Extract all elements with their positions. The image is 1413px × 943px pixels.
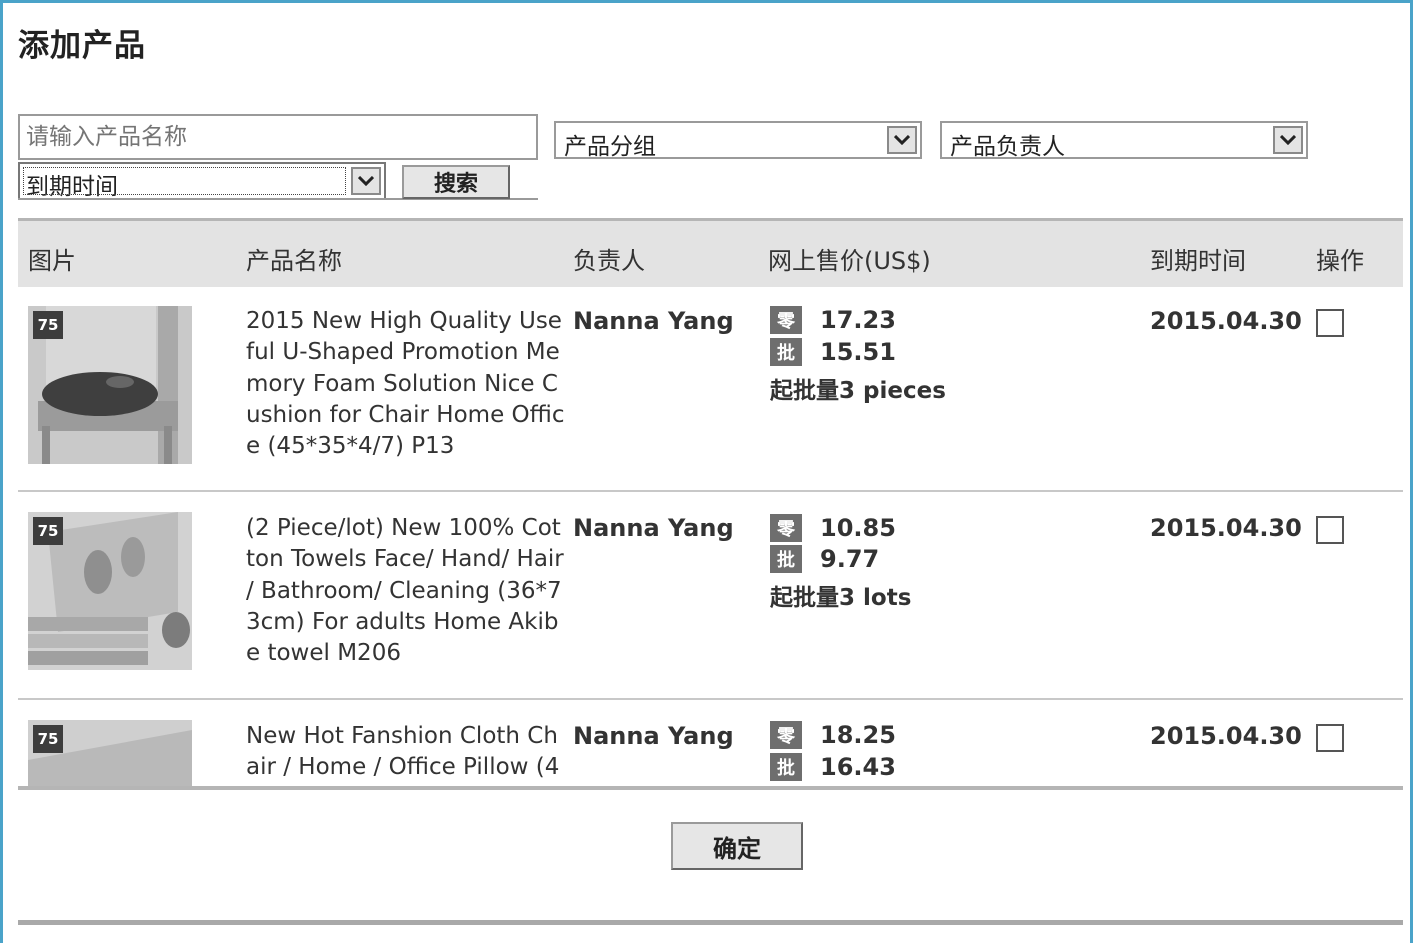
product-owner: Nanna Yang bbox=[573, 307, 734, 335]
search-button[interactable]: 搜索 bbox=[402, 165, 510, 199]
chevron-down-icon[interactable] bbox=[887, 126, 917, 154]
product-name: 2015 New High Quality Useful U-Shaped Pr… bbox=[246, 308, 565, 460]
retail-tag: 零 bbox=[770, 306, 802, 334]
expire-date: 2015.04.30 bbox=[1150, 514, 1302, 542]
product-name-input[interactable] bbox=[18, 114, 538, 160]
row-checkbox[interactable] bbox=[1316, 309, 1344, 337]
product-name: New Hot Fanshion Cloth Chair / Home / Of… bbox=[246, 723, 560, 786]
retail-tag: 零 bbox=[770, 721, 802, 749]
wholesale-price: 批 16.43 bbox=[770, 753, 896, 781]
table-bottom-border bbox=[18, 786, 1403, 790]
retail-price-value: 18.25 bbox=[820, 721, 896, 749]
row-divider bbox=[18, 698, 1403, 700]
retail-price: 零 17.23 bbox=[770, 306, 896, 334]
retail-tag: 零 bbox=[770, 514, 802, 542]
expire-date: 2015.04.30 bbox=[1150, 722, 1302, 750]
wholesale-price: 批 9.77 bbox=[770, 545, 879, 573]
wholesale-tag: 批 bbox=[770, 338, 802, 366]
product-owner-select-label: 产品负责人 bbox=[950, 134, 1065, 160]
wholesale-tag: 批 bbox=[770, 545, 802, 573]
wholesale-price-value: 9.77 bbox=[820, 545, 880, 573]
product-group-select-label: 产品分组 bbox=[564, 134, 656, 160]
wholesale-price: 批 15.51 bbox=[770, 338, 896, 366]
product-name: (2 Piece/lot) New 100% Cotton Towels Fac… bbox=[246, 515, 564, 667]
product-image: 75 bbox=[28, 512, 192, 670]
retail-price-value: 17.23 bbox=[820, 306, 896, 334]
header-owner: 负责人 bbox=[573, 247, 645, 275]
badge-icon: 75 bbox=[33, 725, 63, 753]
min-order-quantity: 起批量3 lots bbox=[770, 585, 912, 611]
product-owner: Nanna Yang bbox=[573, 722, 734, 750]
badge-icon: 75 bbox=[33, 311, 63, 339]
wholesale-tag: 批 bbox=[770, 753, 802, 781]
table-header: 图片 产品名称 负责人 网上售价(US$) 到期时间 操作 bbox=[18, 221, 1403, 287]
header-action: 操作 bbox=[1316, 247, 1364, 275]
row-checkbox[interactable] bbox=[1316, 724, 1344, 752]
expire-date: 2015.04.30 bbox=[1150, 307, 1302, 335]
header-name: 产品名称 bbox=[246, 247, 342, 275]
focus-outline bbox=[23, 167, 346, 195]
header-price: 网上售价(US$) bbox=[768, 247, 931, 275]
row-checkbox[interactable] bbox=[1316, 516, 1344, 544]
expire-time-select[interactable]: 到期时间 bbox=[18, 162, 386, 200]
wholesale-price-value: 15.51 bbox=[820, 338, 896, 366]
header-expire: 到期时间 bbox=[1150, 247, 1246, 275]
wholesale-price-value: 16.43 bbox=[820, 753, 896, 781]
chevron-down-icon[interactable] bbox=[351, 167, 381, 195]
product-group-select[interactable]: 产品分组 bbox=[554, 121, 922, 160]
confirm-button[interactable]: 确定 bbox=[671, 822, 803, 870]
table-row: 75 2015 New High Quality Useful U-Shaped… bbox=[18, 287, 1403, 491]
product-image: 75 bbox=[28, 306, 192, 464]
product-image: 75 bbox=[28, 720, 192, 786]
badge-icon: 75 bbox=[33, 517, 63, 545]
retail-price: 零 10.85 bbox=[770, 514, 896, 542]
min-order-quantity: 起批量3 pieces bbox=[770, 378, 946, 404]
retail-price-value: 10.85 bbox=[820, 514, 896, 542]
product-owner-select[interactable]: 产品负责人 bbox=[940, 121, 1308, 160]
footer-divider bbox=[18, 920, 1403, 925]
header-image: 图片 bbox=[28, 247, 76, 275]
retail-price: 零 18.25 bbox=[770, 721, 896, 749]
product-owner: Nanna Yang bbox=[573, 514, 734, 542]
chevron-down-icon[interactable] bbox=[1273, 126, 1303, 154]
page-title: 添加产品 bbox=[18, 28, 146, 64]
table-row: 75 (2 Piece/lot) New 100% Cotton Towels … bbox=[18, 492, 1403, 698]
table-row: 75 New Hot Fanshion Cloth Chair / Home /… bbox=[18, 702, 1403, 786]
